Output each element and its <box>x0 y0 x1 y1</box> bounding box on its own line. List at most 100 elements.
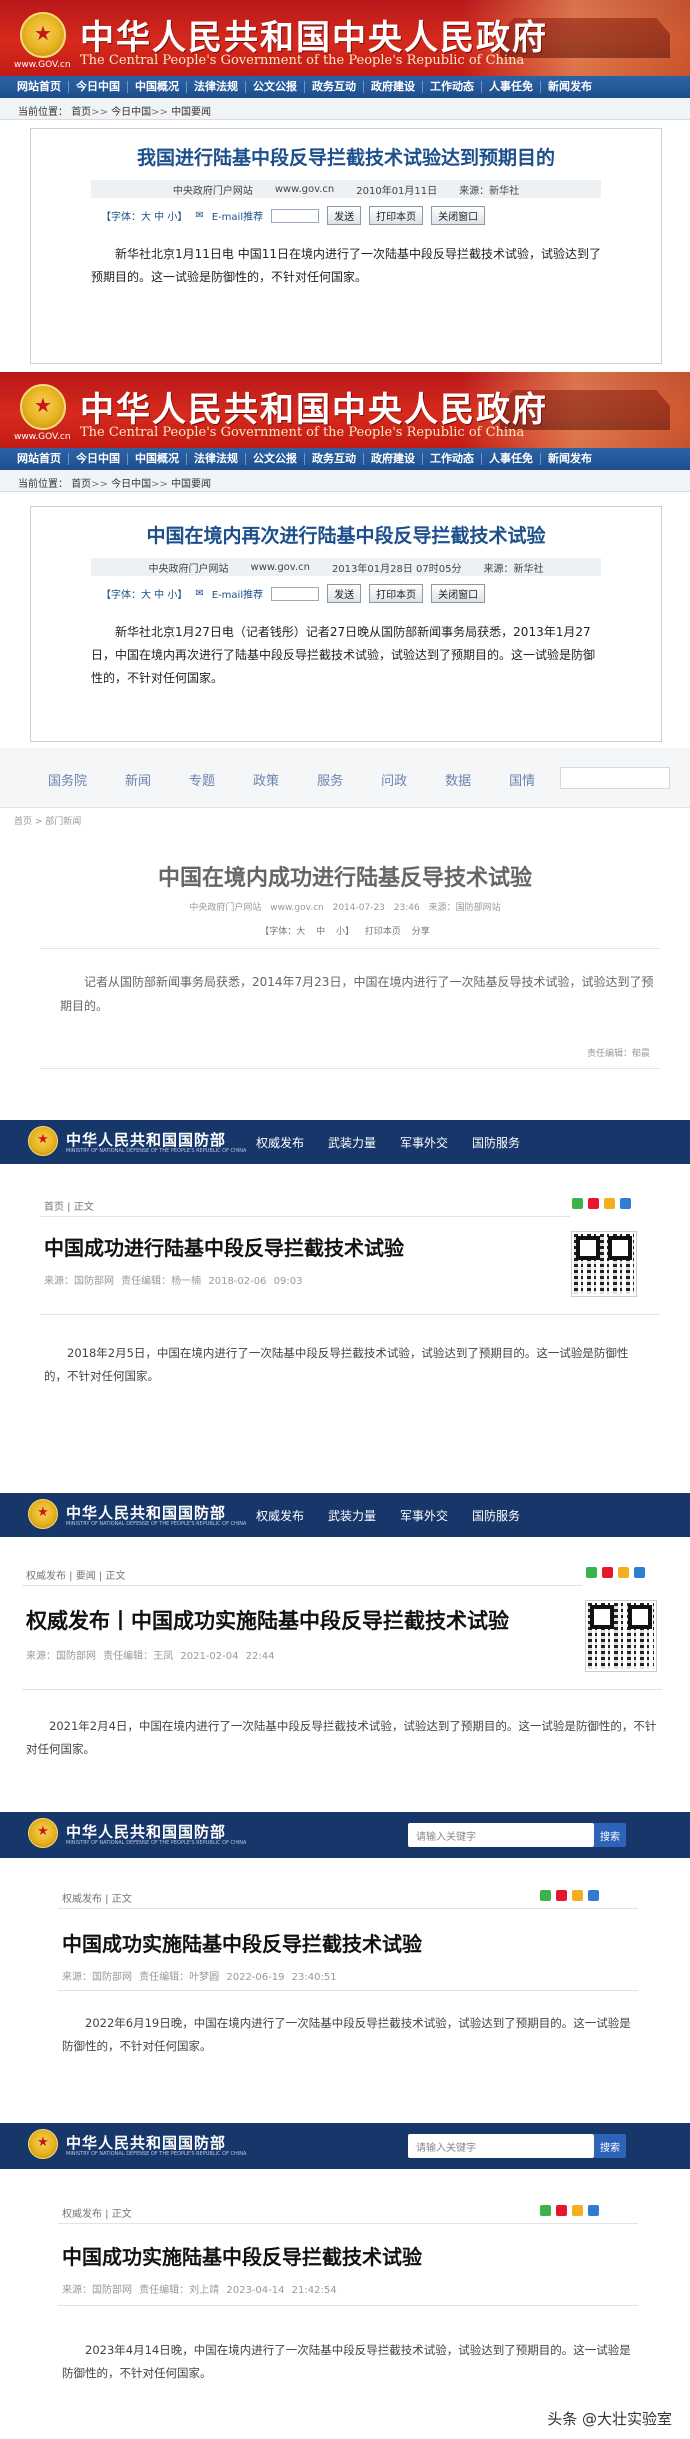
search-button[interactable]: 搜索 <box>594 2134 626 2158</box>
nav-item-today[interactable]: 今日中国 <box>69 453 128 465</box>
nav-item-overview[interactable]: 中国概况 <box>128 81 187 93</box>
nav-item-service[interactable]: 服务 <box>317 770 343 789</box>
plus-icon[interactable] <box>620 1198 631 1209</box>
nav-item-government[interactable]: 政府建设 <box>364 81 423 93</box>
article-title: 中国在境内成功进行陆基反导技术试验 <box>157 866 532 891</box>
nav-item-data[interactable]: 数据 <box>445 770 471 789</box>
nav-item-home[interactable]: 网站首页 <box>10 453 69 465</box>
mod-article-2018: 中华人民共和国国防部 MINISTRY OF NATIONAL DEFENSE … <box>0 1120 690 1412</box>
article-title: 我国进行陆基中段反导拦截技术试验达到预期目的 <box>136 147 555 169</box>
nav-item-press[interactable]: 新闻发布 <box>541 453 599 465</box>
search-input[interactable]: 请输入关键字 <box>408 2134 594 2158</box>
plus-icon[interactable] <box>588 1890 599 1901</box>
font-size-toggle[interactable]: 【字体：大 中 小】 <box>101 208 187 223</box>
nav-item-interaction[interactable]: 政务互动 <box>305 453 364 465</box>
wechat-icon[interactable] <box>540 2205 551 2216</box>
nav-item-interaction[interactable]: 政务互动 <box>305 81 364 93</box>
search-input[interactable] <box>560 767 670 789</box>
plus-icon[interactable] <box>634 1567 645 1578</box>
breadcrumb[interactable]: 权威发布 | 正文 <box>62 1890 132 1905</box>
site-url: www.GOV.cn <box>14 60 71 70</box>
crumb-today[interactable]: 今日中国 <box>111 479 151 490</box>
nav-item-today[interactable]: 今日中国 <box>69 81 128 93</box>
nav-item-releases[interactable]: 权威发布 <box>256 1507 304 1524</box>
divider <box>58 2305 638 2306</box>
nav-item-work[interactable]: 工作动态 <box>423 81 482 93</box>
send-button[interactable]: 发送 <box>327 584 362 603</box>
article-body: 新华社北京1月11日电 中国11日在境内进行了一次陆基中段反导拦截技术试验，试验… <box>91 247 601 284</box>
national-emblem-icon <box>28 1818 58 1848</box>
close-window-button[interactable]: 关闭窗口 <box>431 206 486 225</box>
nav-item-press[interactable]: 新闻发布 <box>541 81 599 93</box>
crumb-home[interactable]: 首页 <box>71 107 91 118</box>
search-input[interactable]: 请输入关键字 <box>408 1823 594 1847</box>
nav-item-services[interactable]: 国防服务 <box>472 1507 520 1524</box>
article-tools: 【字体：大 中 小】 ✉ E-mail推荐 发送 打印本页 关闭窗口 <box>101 584 661 603</box>
qzone-icon[interactable] <box>572 2205 583 2216</box>
nav-item-national[interactable]: 国情 <box>509 770 535 789</box>
site-subtitle: MINISTRY OF NATIONAL DEFENSE OF THE PEOP… <box>66 2151 247 2157</box>
font-size-toggle[interactable]: 【字体：大 中 小】 <box>101 586 187 601</box>
nav-item-home[interactable]: 网站首页 <box>10 81 69 93</box>
send-button[interactable]: 发送 <box>327 206 362 225</box>
article-tools[interactable]: 【字体：大 中 小】 打印本页 分享 <box>0 924 690 937</box>
qzone-icon[interactable] <box>572 1890 583 1901</box>
nav-item-appointments[interactable]: 人事任免 <box>482 81 541 93</box>
article-body: 2022年6月19日晚，中国在境内进行了一次陆基中段反导拦截技术试验，试验达到了… <box>62 2016 631 2053</box>
wechat-icon[interactable] <box>572 1198 583 1209</box>
qzone-icon[interactable] <box>618 1567 629 1578</box>
nav-item-diplomacy[interactable]: 军事外交 <box>400 1507 448 1524</box>
article-body: 记者从国防部新闻事务局获悉，2014年7月23日，中国在境内进行了一次陆基反导技… <box>60 975 654 1013</box>
nav-item-forces[interactable]: 武装力量 <box>328 1134 376 1151</box>
email-input[interactable] <box>271 586 320 601</box>
nav-item-overview[interactable]: 中国概况 <box>128 453 187 465</box>
article-meta: 中央政府门户网站 www.gov.cn 2010年01月11日 来源：新华社 <box>91 180 601 198</box>
nav-item-laws[interactable]: 法律法规 <box>187 453 246 465</box>
nav-item-appointments[interactable]: 人事任免 <box>482 453 541 465</box>
nav-item-services[interactable]: 国防服务 <box>472 1134 520 1151</box>
article-body: 2023年4月14日晚，中国在境内进行了一次陆基中段反导拦截技术试验，试验达到了… <box>62 2343 631 2380</box>
article-body: 新华社北京1月27日电（记者钱彤）记者27日晚从国防部新闻事务局获悉，2013年… <box>91 625 596 685</box>
site-title: 中华人民共和国中央人民政府 <box>80 390 548 430</box>
search-button[interactable]: 搜索 <box>594 1823 626 1847</box>
qzone-icon[interactable] <box>604 1198 615 1209</box>
nav-item-government[interactable]: 政府建设 <box>364 453 423 465</box>
breadcrumb[interactable]: 首页 > 部门新闻 <box>14 814 81 827</box>
nav-item-gazette[interactable]: 公文公报 <box>246 81 305 93</box>
article-tools: 【字体：大 中 小】 ✉ E-mail推荐 发送 打印本页 关闭窗口 <box>101 206 661 225</box>
nav-item-news[interactable]: 新闻 <box>125 770 151 789</box>
crumb-news[interactable]: 中国要闻 <box>171 479 211 490</box>
breadcrumb[interactable]: 首页 | 正文 <box>44 1198 94 1213</box>
nav-item-forces[interactable]: 武装力量 <box>328 1507 376 1524</box>
breadcrumb[interactable]: 权威发布 | 要闻 | 正文 <box>26 1567 125 1582</box>
nav-item-topics[interactable]: 专题 <box>189 770 215 789</box>
close-window-button[interactable]: 关闭窗口 <box>431 584 486 603</box>
site-title: 中华人民共和国国防部 <box>66 1131 227 1149</box>
email-input[interactable] <box>271 208 320 223</box>
main-nav: 网站首页 今日中国 中国概况 法律法规 公文公报 政务互动 政府建设 工作动态 … <box>0 76 690 98</box>
weibo-icon[interactable] <box>602 1567 613 1578</box>
weibo-icon[interactable] <box>556 1890 567 1901</box>
nav-item-diplomacy[interactable]: 军事外交 <box>400 1134 448 1151</box>
mod-article-2023: 中华人民共和国国防部 MINISTRY OF NATIONAL DEFENSE … <box>0 2123 690 2439</box>
share-bar <box>540 2205 599 2216</box>
crumb-today[interactable]: 今日中国 <box>111 107 151 118</box>
crumb-home[interactable]: 首页 <box>71 479 91 490</box>
plus-icon[interactable] <box>588 2205 599 2216</box>
weibo-icon[interactable] <box>556 2205 567 2216</box>
nav-item-policy[interactable]: 政策 <box>253 770 279 789</box>
nav-item-releases[interactable]: 权威发布 <box>256 1134 304 1151</box>
weibo-icon[interactable] <box>588 1198 599 1209</box>
print-button[interactable]: 打印本页 <box>369 584 424 603</box>
nav-item-gazette[interactable]: 公文公报 <box>246 453 305 465</box>
wechat-icon[interactable] <box>540 1890 551 1901</box>
crumb-news[interactable]: 中国要闻 <box>171 107 211 118</box>
nav-item-state-council[interactable]: 国务院 <box>48 770 87 789</box>
wechat-icon[interactable] <box>586 1567 597 1578</box>
breadcrumb[interactable]: 权威发布 | 正文 <box>62 2205 132 2220</box>
nav-item-inquiry[interactable]: 问政 <box>381 770 407 789</box>
nav-item-work[interactable]: 工作动态 <box>423 453 482 465</box>
nav-item-laws[interactable]: 法律法规 <box>187 81 246 93</box>
print-button[interactable]: 打印本页 <box>369 206 424 225</box>
mod-header: 中华人民共和国国防部 MINISTRY OF NATIONAL DEFENSE … <box>0 1493 690 1537</box>
